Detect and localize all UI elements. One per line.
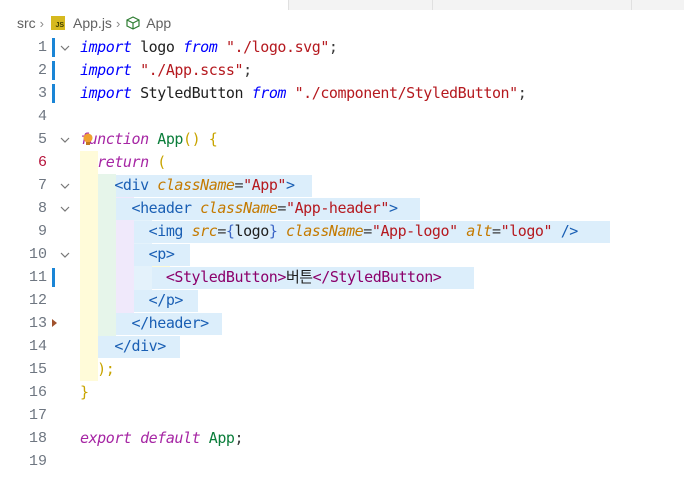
- code-line[interactable]: 3 import StyledButton from "./component/…: [0, 82, 684, 105]
- code-text: <p>: [148, 245, 175, 263]
- chevron-down-icon[interactable]: [57, 174, 73, 197]
- line-number: 4: [37, 108, 47, 125]
- breadcrumb-folder[interactable]: src: [17, 15, 36, 31]
- line-number: 11: [28, 269, 47, 286]
- code-text: </div>: [114, 337, 166, 355]
- code-text: }: [80, 383, 89, 401]
- line-number: 3: [37, 85, 47, 102]
- code-line[interactable]: 4: [0, 105, 684, 128]
- code-line[interactable]: 12 </p>: [0, 289, 684, 312]
- code-line[interactable]: 17: [0, 404, 684, 427]
- code-text: <StyledButton>버튼</StyledButton>: [165, 268, 442, 286]
- breadcrumb-symbol[interactable]: App: [146, 15, 171, 31]
- code-text: return (: [97, 153, 166, 171]
- code-text: import StyledButton from "./component/St…: [80, 84, 527, 102]
- line-number: 19: [28, 453, 47, 470]
- tab[interactable]: [433, 0, 632, 10]
- code-editor[interactable]: 1 import logo from "./logo.svg"; 2 impor…: [0, 36, 684, 473]
- line-number: 9: [37, 223, 47, 240]
- code-text: <header className="App-header">: [131, 199, 399, 217]
- line-number: 12: [28, 292, 47, 309]
- tab-strip: [0, 0, 684, 10]
- code-line[interactable]: 7 <div className="App">: [0, 174, 684, 197]
- line-number: 13: [28, 315, 47, 332]
- code-text: </header>: [131, 314, 210, 332]
- code-text: function App() {: [80, 130, 218, 148]
- chevron-right-icon: ›: [115, 15, 121, 31]
- code-text: export default App;: [80, 429, 244, 447]
- line-number: 8: [37, 200, 47, 217]
- code-line[interactable]: 14 </div>: [0, 335, 684, 358]
- modified-indicator: [52, 61, 55, 80]
- line-number: 15: [28, 361, 47, 378]
- code-text: <img src={logo} className="App-logo" alt…: [148, 222, 579, 240]
- code-line[interactable]: 1 import logo from "./logo.svg";: [0, 36, 684, 59]
- code-line[interactable]: 5 function App() {: [0, 128, 684, 151]
- line-number: 16: [28, 384, 47, 401]
- breadcrumb: src › JS App.js › App: [0, 12, 684, 34]
- javascript-file-icon: JS: [51, 16, 66, 30]
- chevron-down-icon[interactable]: [57, 128, 73, 151]
- code-line[interactable]: 18 export default App;: [0, 427, 684, 450]
- modified-indicator: [52, 84, 55, 103]
- line-number: 2: [37, 62, 47, 79]
- code-text: </p>: [148, 291, 184, 309]
- code-line-active[interactable]: 6 return (: [0, 151, 684, 174]
- code-line[interactable]: 9 <img src={logo} className="App-logo" a…: [0, 220, 684, 243]
- chevron-down-icon[interactable]: [57, 197, 73, 220]
- code-line[interactable]: 8 <header className="App-header">: [0, 197, 684, 220]
- line-number: 10: [28, 246, 47, 263]
- modified-indicator: [52, 38, 55, 57]
- code-text: <div className="App">: [114, 176, 295, 194]
- code-text: );: [97, 360, 115, 378]
- code-line[interactable]: 16 }: [0, 381, 684, 404]
- line-number: 18: [28, 430, 47, 447]
- chevron-down-icon[interactable]: [57, 36, 73, 59]
- line-number: 5: [37, 131, 47, 148]
- code-line[interactable]: 2 import "./App.scss";: [0, 59, 684, 82]
- line-number: 6: [37, 154, 47, 171]
- cube-icon: [126, 16, 140, 30]
- code-line[interactable]: 19: [0, 450, 684, 473]
- chevron-right-icon: ›: [39, 15, 45, 31]
- code-line[interactable]: 10 <p>: [0, 243, 684, 266]
- line-number: 14: [28, 338, 47, 355]
- fold-marker-icon[interactable]: [52, 319, 57, 327]
- code-line[interactable]: 15 );: [0, 358, 684, 381]
- breadcrumb-file[interactable]: App.js: [73, 15, 112, 31]
- code-text: import "./App.scss";: [80, 61, 252, 79]
- lightbulb-icon[interactable]: [83, 131, 93, 145]
- tab[interactable]: [289, 0, 433, 10]
- modified-indicator: [52, 268, 55, 287]
- line-number: 7: [37, 177, 47, 194]
- chevron-down-icon[interactable]: [57, 243, 73, 266]
- code-line[interactable]: 11 <StyledButton>버튼</StyledButton>: [0, 266, 684, 289]
- tab-active[interactable]: [0, 0, 289, 10]
- line-number: 1: [37, 39, 47, 56]
- code-line[interactable]: 13 </header>: [0, 312, 684, 335]
- code-text: import logo from "./logo.svg";: [80, 38, 338, 56]
- line-number: 17: [28, 407, 47, 424]
